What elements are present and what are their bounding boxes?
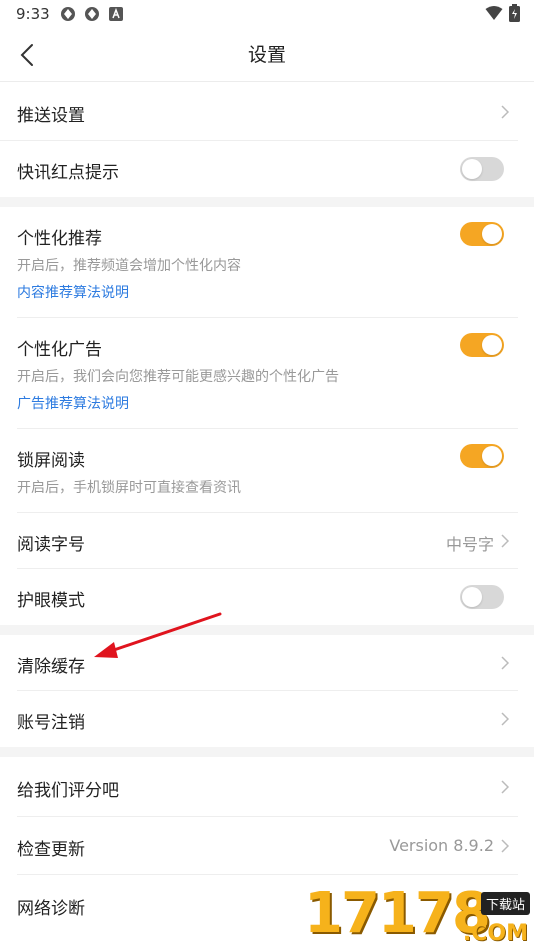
- setting-personalized-recommend-desc: 开启后，推荐频道会增加个性化内容: [17, 258, 241, 274]
- setting-flash-red-dot: 快讯红点提示: [0, 141, 534, 197]
- setting-personalized-recommend: 个性化推荐 开启后，推荐频道会增加个性化内容 内容推荐算法说明: [0, 207, 534, 318]
- toggle-knob: [462, 587, 482, 607]
- watermark-suffix: .COM: [462, 921, 528, 946]
- setting-push-label: 推送设置: [17, 106, 85, 126]
- setting-lockscreen-reading-label: 锁屏阅读: [17, 451, 85, 471]
- section-gap: [0, 625, 534, 635]
- a-badge-icon: [108, 6, 124, 22]
- flash-red-dot-toggle[interactable]: [460, 157, 504, 181]
- page-title: 设置: [247, 44, 286, 66]
- setting-font-size[interactable]: 阅读字号 中号字: [0, 513, 534, 569]
- back-chevron-icon: [20, 44, 33, 66]
- toggle-knob: [482, 335, 502, 355]
- setting-personalized-ads-desc: 开启后，我们会向您推荐可能更感兴趣的个性化广告: [17, 369, 339, 385]
- status-time: 9:33: [16, 5, 50, 23]
- watermark-digits: 17178: [304, 881, 491, 946]
- app-notification-icon: [84, 6, 100, 22]
- chevron-right-icon: [501, 105, 510, 119]
- setting-rate-us[interactable]: 给我们评分吧: [0, 757, 534, 817]
- ads-algorithm-link[interactable]: 广告推荐算法说明: [17, 393, 129, 413]
- setting-push[interactable]: 推送设置: [0, 83, 534, 141]
- toggle-knob: [462, 159, 482, 179]
- setting-clear-cache[interactable]: 清除缓存: [0, 635, 534, 691]
- chevron-right-icon: [501, 534, 510, 548]
- chevron-right-icon: [501, 712, 510, 726]
- setting-personalized-ads-label: 个性化广告: [17, 340, 102, 360]
- recommend-algorithm-link[interactable]: 内容推荐算法说明: [17, 282, 129, 302]
- setting-eye-protection-label: 护眼模式: [17, 591, 85, 611]
- setting-eye-protection: 护眼模式: [0, 569, 534, 625]
- setting-font-size-value: 中号字: [445, 535, 494, 554]
- toggle-knob: [482, 446, 502, 466]
- watermark-tag: 下载站: [480, 892, 530, 915]
- app-notification-icon: [60, 6, 76, 22]
- setting-network-diagnose-label: 网络诊断: [17, 899, 85, 919]
- personalized-recommend-toggle[interactable]: [460, 222, 504, 246]
- setting-clear-cache-label: 清除缓存: [17, 657, 85, 677]
- chevron-right-icon: [501, 839, 510, 853]
- personalized-ads-toggle[interactable]: [460, 333, 504, 357]
- setting-lockscreen-reading-desc: 开启后，手机锁屏时可直接查看资讯: [17, 480, 241, 496]
- setting-personalized-ads: 个性化广告 开启后，我们会向您推荐可能更感兴趣的个性化广告 广告推荐算法说明: [0, 318, 534, 429]
- setting-check-update-label: 检查更新: [17, 840, 85, 860]
- site-watermark: 17178 下载站 .COM: [304, 881, 534, 950]
- toggle-knob: [482, 224, 502, 244]
- setting-flash-red-dot-label: 快讯红点提示: [17, 163, 119, 183]
- eye-protection-toggle[interactable]: [460, 585, 504, 609]
- status-bar: 9:33: [0, 0, 534, 28]
- section-gap: [0, 197, 534, 207]
- setting-lockscreen-reading: 锁屏阅读 开启后，手机锁屏时可直接查看资讯: [0, 429, 534, 513]
- setting-account-cancel-label: 账号注销: [17, 713, 85, 733]
- chevron-right-icon: [501, 656, 510, 670]
- setting-account-cancel[interactable]: 账号注销: [0, 691, 534, 747]
- app-version-value: Version 8.9.2: [389, 836, 494, 855]
- wifi-icon: [485, 5, 503, 25]
- back-button[interactable]: [8, 36, 46, 74]
- setting-check-update[interactable]: 检查更新 Version 8.9.2: [0, 817, 534, 875]
- battery-icon: [509, 4, 520, 26]
- section-gap: [0, 747, 534, 757]
- nav-bar: 设置: [0, 28, 534, 82]
- setting-rate-us-label: 给我们评分吧: [17, 781, 119, 801]
- chevron-right-icon: [501, 780, 510, 794]
- setting-font-size-label: 阅读字号: [17, 535, 85, 555]
- lockscreen-reading-toggle[interactable]: [460, 444, 504, 468]
- setting-personalized-recommend-label: 个性化推荐: [17, 229, 102, 249]
